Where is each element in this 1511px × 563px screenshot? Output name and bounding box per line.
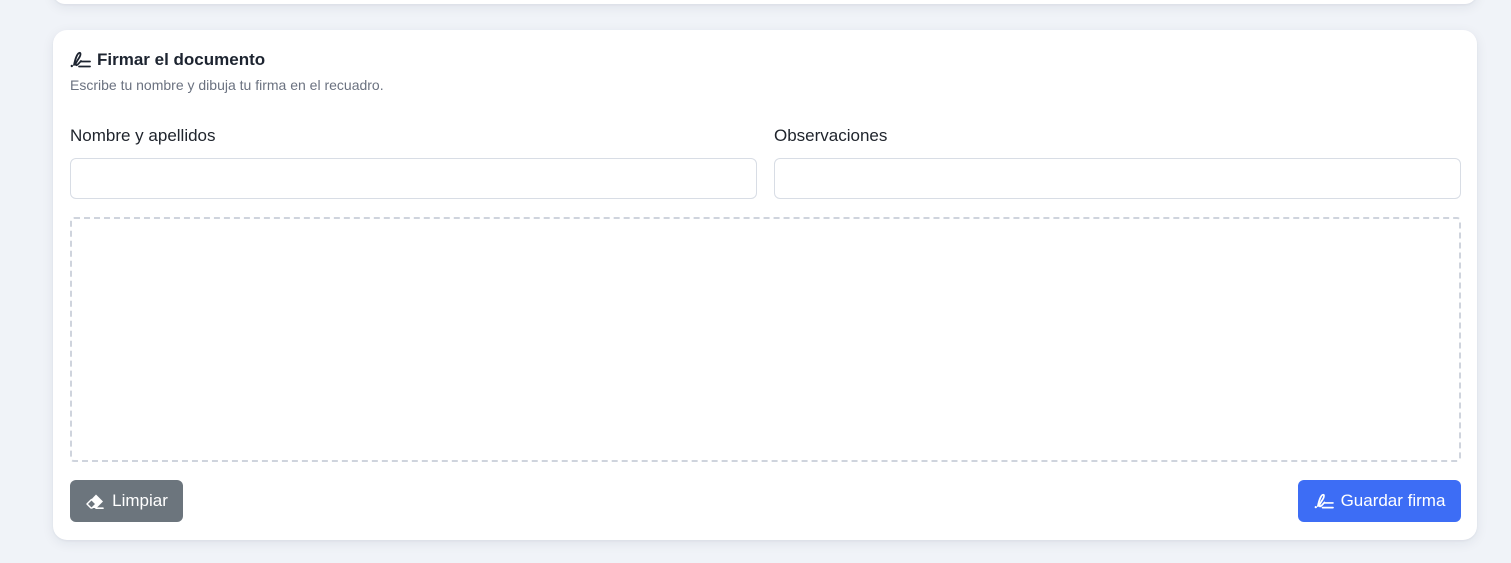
eraser-icon <box>85 493 105 510</box>
observations-input[interactable] <box>774 158 1461 199</box>
signature-icon <box>1314 493 1334 510</box>
save-signature-button[interactable]: Guardar firma <box>1298 480 1461 522</box>
name-label: Nombre y apellidos <box>70 126 216 145</box>
card-title-text: Firmar el documento <box>97 50 266 69</box>
card-subtitle: Escribe tu nombre y dibuja tu firma en e… <box>70 77 384 93</box>
signature-icon <box>70 51 91 69</box>
card-title: Firmar el documento <box>70 48 265 72</box>
observations-label: Observaciones <box>774 126 888 145</box>
save-button-label: Guardar firma <box>1340 491 1446 510</box>
clear-button[interactable]: Limpiar <box>70 480 183 522</box>
previous-card <box>53 0 1477 4</box>
signature-pad[interactable] <box>70 217 1461 462</box>
name-input[interactable] <box>70 158 757 199</box>
sign-document-card: Firmar el documento Escribe tu nombre y … <box>53 30 1477 540</box>
clear-button-label: Limpiar <box>112 491 168 510</box>
